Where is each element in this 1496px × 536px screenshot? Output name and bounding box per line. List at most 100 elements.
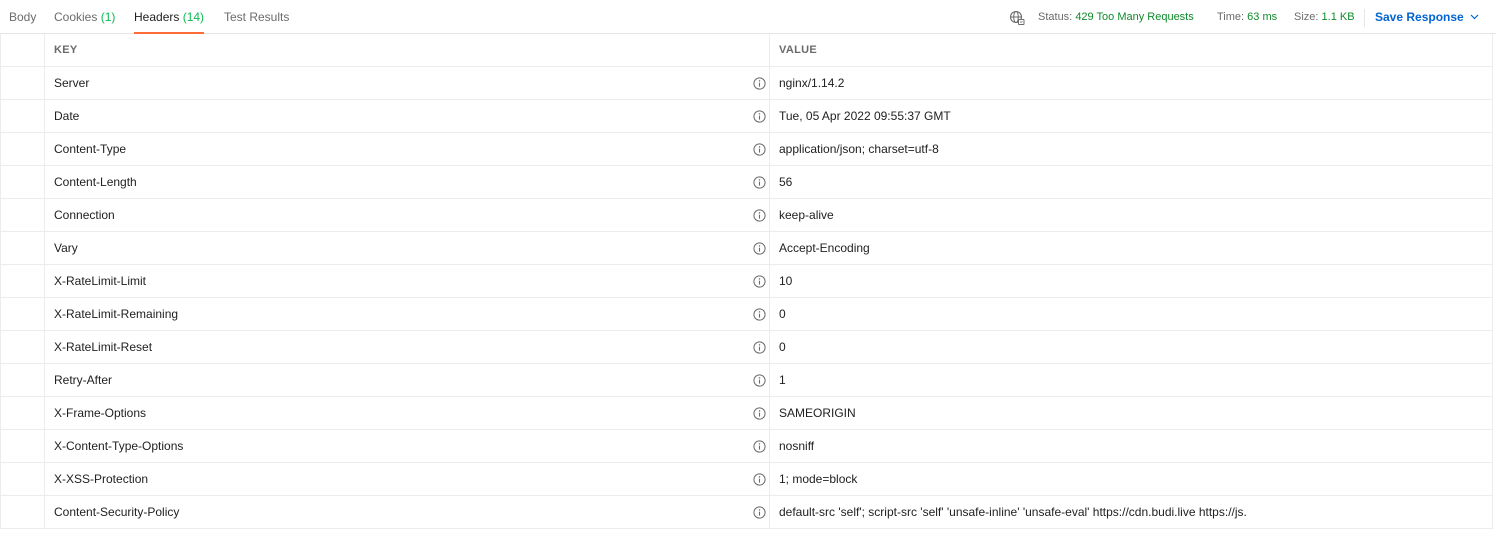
table-row: Vary Accept-Encoding bbox=[0, 232, 1493, 265]
header-value[interactable]: application/json; charset=utf-8 bbox=[779, 133, 939, 166]
tab-test-results[interactable]: Test Results bbox=[224, 0, 289, 34]
header-key[interactable]: Content-Type bbox=[54, 133, 126, 166]
header-value[interactable]: 10 bbox=[779, 265, 792, 298]
save-response-label: Save Response bbox=[1375, 10, 1464, 24]
tab-headers[interactable]: Headers (14) bbox=[134, 0, 205, 34]
header-value-cell: 1 bbox=[770, 364, 1493, 396]
table-row: X-RateLimit-Limit 10 bbox=[0, 265, 1493, 298]
info-icon[interactable] bbox=[753, 440, 766, 453]
size-label: Size: bbox=[1294, 11, 1319, 23]
info-icon[interactable] bbox=[753, 77, 766, 90]
tab-cookies-count: (1) bbox=[100, 10, 116, 24]
header-value[interactable]: keep-alive bbox=[779, 199, 834, 232]
table-row: X-XSS-Protection 1; mode=block bbox=[0, 463, 1493, 496]
header-value-cell: 0 bbox=[770, 298, 1493, 330]
header-key[interactable]: Content-Security-Policy bbox=[54, 496, 179, 529]
header-value-cell: keep-alive bbox=[770, 199, 1493, 231]
table-header-row: KEY VALUE bbox=[0, 34, 1493, 67]
header-value[interactable]: SAMEORIGIN bbox=[779, 397, 856, 430]
row-checkbox-cell bbox=[0, 232, 45, 264]
header-key[interactable]: Server bbox=[54, 67, 89, 100]
info-icon[interactable] bbox=[753, 110, 766, 123]
header-value-cell: default-src 'self'; script-src 'self' 'u… bbox=[770, 496, 1493, 528]
header-key[interactable]: Retry-After bbox=[54, 364, 112, 397]
network-globe-icon[interactable] bbox=[1009, 10, 1025, 26]
header-key[interactable]: X-RateLimit-Limit bbox=[54, 265, 146, 298]
info-icon[interactable] bbox=[753, 242, 766, 255]
tab-headers-label: Headers bbox=[134, 10, 180, 24]
status-readout: Status: 429 Too Many Requests bbox=[1038, 0, 1194, 34]
row-checkbox-cell bbox=[0, 133, 45, 165]
header-value-cell: nginx/1.14.2 bbox=[770, 67, 1493, 99]
header-value[interactable]: 56 bbox=[779, 166, 792, 199]
header-key[interactable]: X-Frame-Options bbox=[54, 397, 146, 430]
time-readout: Time: 63 ms bbox=[1217, 0, 1277, 34]
info-icon[interactable] bbox=[753, 473, 766, 486]
header-value-cell: nosniff bbox=[770, 430, 1493, 462]
header-value-cell: 56 bbox=[770, 166, 1493, 198]
header-value[interactable]: default-src 'self'; script-src 'self' 'u… bbox=[779, 496, 1247, 529]
header-key-cell: X-RateLimit-Reset bbox=[45, 331, 770, 363]
header-key-cell: Content-Type bbox=[45, 133, 770, 165]
tab-body[interactable]: Body bbox=[9, 0, 36, 34]
table-row: X-RateLimit-Remaining 0 bbox=[0, 298, 1493, 331]
tab-test-results-label: Test Results bbox=[224, 10, 290, 24]
header-value[interactable]: 0 bbox=[779, 298, 786, 331]
header-key[interactable]: Date bbox=[54, 100, 79, 133]
header-value[interactable]: Tue, 05 Apr 2022 09:55:37 GMT bbox=[779, 100, 951, 133]
tab-headers-count: (14) bbox=[182, 10, 205, 24]
size-value[interactable]: 1.1 KB bbox=[1322, 11, 1355, 23]
status-label: Status: bbox=[1038, 11, 1073, 23]
info-icon[interactable] bbox=[753, 176, 766, 189]
info-icon[interactable] bbox=[753, 308, 766, 321]
header-key[interactable]: X-XSS-Protection bbox=[54, 463, 148, 496]
header-key-cell: Server bbox=[45, 67, 770, 99]
row-checkbox-cell bbox=[0, 496, 45, 528]
header-key-cell: X-RateLimit-Limit bbox=[45, 265, 770, 297]
header-key-cell: Retry-After bbox=[45, 364, 770, 396]
info-icon[interactable] bbox=[753, 506, 766, 519]
header-key[interactable]: X-RateLimit-Reset bbox=[54, 331, 152, 364]
table-row: Content-Security-Policy default-src 'self… bbox=[0, 496, 1493, 529]
header-key[interactable]: X-RateLimit-Remaining bbox=[54, 298, 178, 331]
info-icon[interactable] bbox=[753, 143, 766, 156]
tab-cookies[interactable]: Cookies (1) bbox=[54, 0, 115, 34]
time-value[interactable]: 63 ms bbox=[1247, 11, 1277, 23]
header-key[interactable]: Vary bbox=[54, 232, 78, 265]
header-value[interactable]: Accept-Encoding bbox=[779, 232, 870, 265]
header-key[interactable]: X-Content-Type-Options bbox=[54, 430, 183, 463]
row-checkbox-cell bbox=[0, 430, 45, 462]
header-value[interactable]: 1; mode=block bbox=[779, 463, 857, 496]
table-row: X-RateLimit-Reset 0 bbox=[0, 331, 1493, 364]
save-response-button[interactable]: Save Response bbox=[1375, 0, 1479, 34]
info-icon[interactable] bbox=[753, 341, 766, 354]
response-tabs-bar: Body Cookies (1) Headers (14) Test Resul… bbox=[0, 0, 1496, 34]
header-value-cell: application/json; charset=utf-8 bbox=[770, 133, 1493, 165]
header-value[interactable]: 0 bbox=[779, 331, 786, 364]
header-value[interactable]: nginx/1.14.2 bbox=[779, 67, 844, 100]
info-icon[interactable] bbox=[753, 275, 766, 288]
header-key-cell: X-XSS-Protection bbox=[45, 463, 770, 495]
headers-table: KEY VALUE Server nginx/1.14.2 Date Tue, 05 … bbox=[0, 34, 1493, 529]
table-row: Retry-After 1 bbox=[0, 364, 1493, 397]
header-value-cell: 1; mode=block bbox=[770, 463, 1493, 495]
row-checkbox-cell bbox=[0, 331, 45, 363]
status-value[interactable]: 429 Too Many Requests bbox=[1075, 11, 1193, 23]
info-icon[interactable] bbox=[753, 209, 766, 222]
header-value-cell: 0 bbox=[770, 331, 1493, 363]
row-checkbox-cell bbox=[0, 166, 45, 198]
header-value[interactable]: nosniff bbox=[779, 430, 814, 463]
table-row: X-Frame-Options SAMEORIGIN bbox=[0, 397, 1493, 430]
column-header-key: KEY bbox=[45, 34, 770, 66]
row-checkbox-cell bbox=[0, 298, 45, 330]
header-key[interactable]: Content-Length bbox=[54, 166, 137, 199]
header-value[interactable]: 1 bbox=[779, 364, 786, 397]
tab-body-label: Body bbox=[9, 10, 37, 24]
header-value-cell: Tue, 05 Apr 2022 09:55:37 GMT bbox=[770, 100, 1493, 132]
header-key-cell: X-Content-Type-Options bbox=[45, 430, 770, 462]
header-value-cell: SAMEORIGIN bbox=[770, 397, 1493, 429]
info-icon[interactable] bbox=[753, 374, 766, 387]
info-icon[interactable] bbox=[753, 407, 766, 420]
header-key[interactable]: Connection bbox=[54, 199, 115, 232]
table-row: Server nginx/1.14.2 bbox=[0, 67, 1493, 100]
